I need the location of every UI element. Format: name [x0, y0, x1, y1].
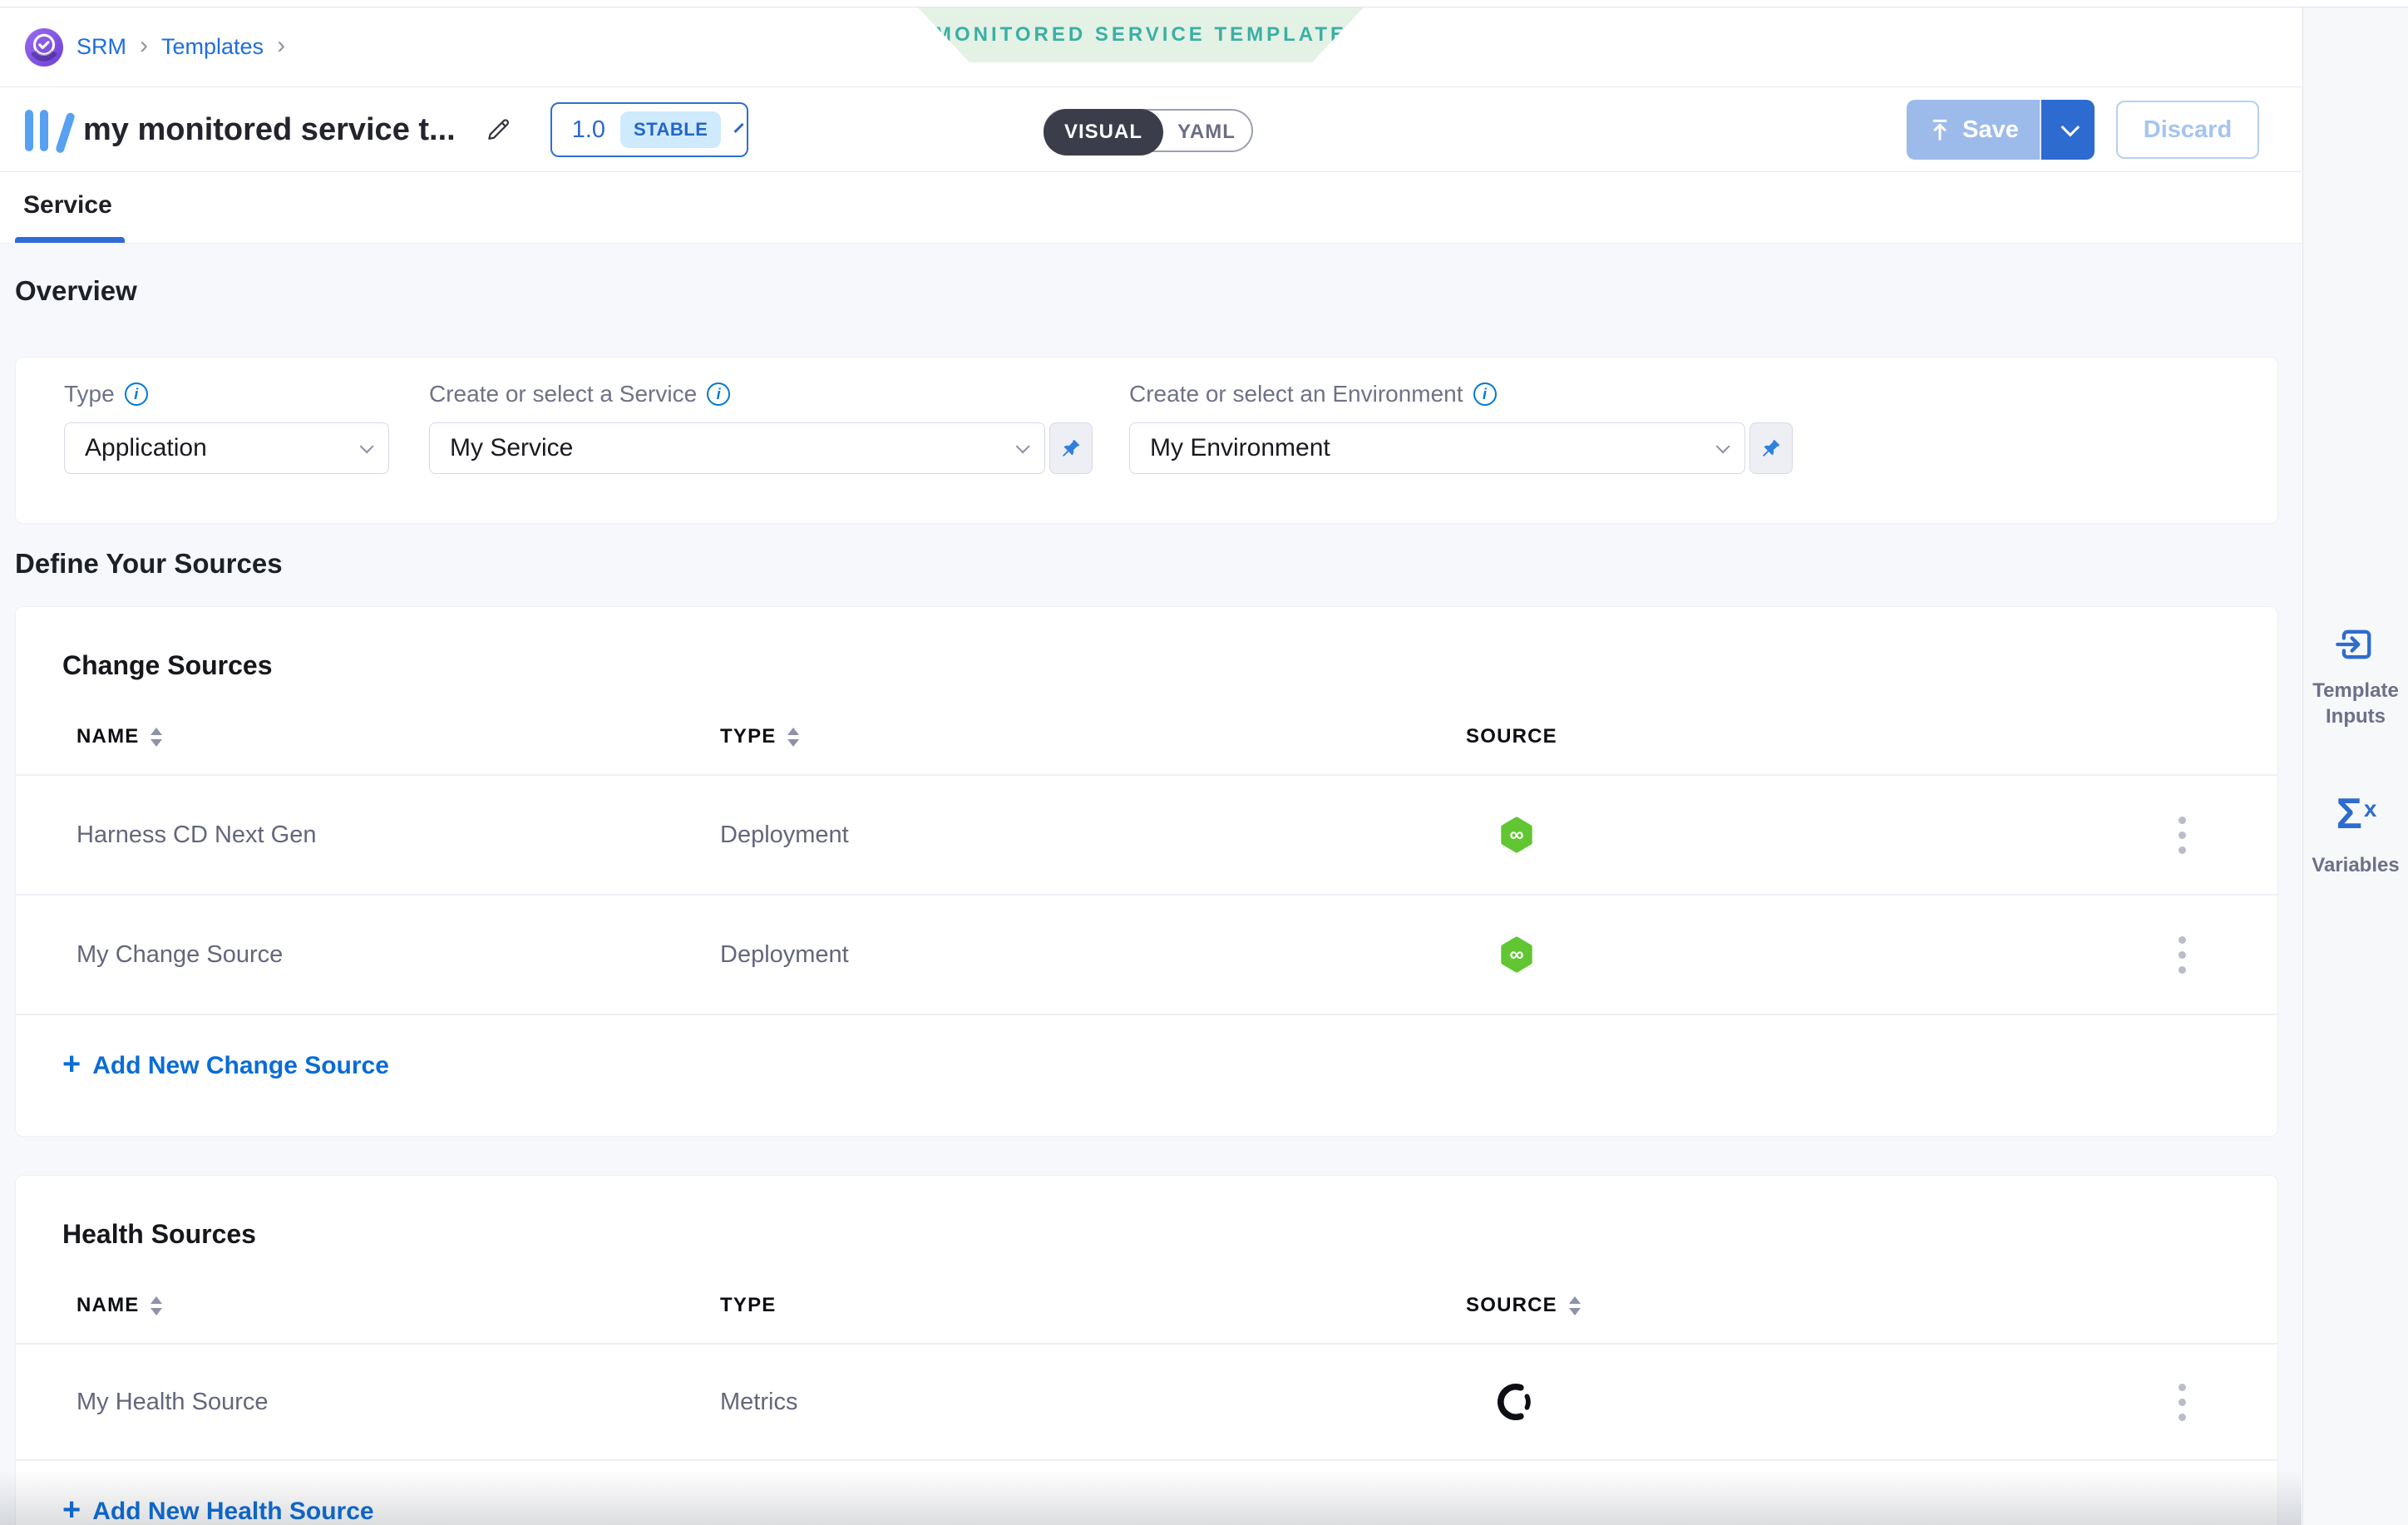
template-inputs-label: Template Inputs [2310, 678, 2401, 729]
variables-icon: Σx [2336, 787, 2376, 841]
sort-icon [1569, 1296, 1581, 1315]
appdynamics-icon [1498, 1383, 1536, 1421]
template-library-icon [25, 108, 63, 151]
info-icon[interactable]: i [1473, 382, 1497, 406]
save-button[interactable]: Save [1907, 100, 2040, 160]
main-content: Overview Type i Application [0, 244, 2302, 1525]
table-row[interactable]: My Change Source Deployment ∞ [16, 896, 2277, 1015]
health-sources-table-header: NAME TYPE SOURCE [16, 1281, 2277, 1330]
template-header: my monitored service t... 1.0 STABLE VIS… [0, 88, 2302, 172]
column-header-type[interactable]: TYPE [720, 725, 1466, 748]
harness-cd-icon: ∞ [1498, 935, 1536, 974]
template-inputs-icon [2334, 623, 2377, 666]
overview-card: Type i Application Create or select a Se… [15, 357, 2278, 524]
type-value: Application [85, 434, 207, 462]
save-options-caret[interactable] [2040, 100, 2095, 160]
sort-icon [787, 728, 799, 747]
environment-label: Create or select an Environment [1129, 381, 1463, 407]
service-value: My Service [450, 434, 573, 462]
breadcrumb-separator-icon: › [277, 32, 285, 60]
column-header-source[interactable]: SOURCE [1466, 1294, 2086, 1317]
template-inputs-button[interactable]: Template Inputs [2303, 623, 2408, 729]
info-icon[interactable]: i [707, 382, 730, 406]
svg-text:∞: ∞ [1509, 944, 1523, 966]
pin-icon [1760, 437, 1782, 459]
variables-button[interactable]: Σx Variables [2303, 787, 2408, 878]
discard-button[interactable]: Discard [2116, 101, 2259, 159]
breadcrumb-templates-link[interactable]: Templates [161, 34, 264, 60]
row-options-kebab-icon[interactable] [2170, 928, 2194, 982]
chevron-down-icon [734, 123, 744, 133]
tab-service[interactable]: Service [23, 191, 112, 220]
save-split-button: Save [1907, 100, 2095, 160]
variables-label: Variables [2310, 852, 2401, 878]
service-field: Create or select a Service i My Service [429, 381, 1093, 474]
change-sources-table-header: NAME TYPE SOURCE [16, 713, 2277, 761]
row-name: My Change Source [76, 941, 720, 969]
add-new-health-source-button[interactable]: + Add New Health Source [62, 1496, 374, 1525]
chevron-down-icon [1716, 439, 1730, 453]
environment-value: My Environment [1150, 434, 1330, 462]
active-tab-indicator [15, 237, 125, 243]
sort-icon [150, 728, 162, 747]
chevron-down-icon [2061, 118, 2080, 137]
type-select[interactable]: Application [64, 422, 389, 474]
health-sources-title: Health Sources [16, 1176, 2277, 1250]
define-sources-heading: Define Your Sources [15, 548, 283, 580]
save-label: Save [1962, 116, 2019, 144]
header-actions: Save Discard [1907, 100, 2259, 160]
info-icon[interactable]: i [125, 382, 148, 406]
breadcrumb-separator-icon: › [140, 32, 148, 60]
row-options-kebab-icon[interactable] [2170, 1375, 2194, 1429]
toggle-visual[interactable]: VISUAL [1044, 109, 1163, 155]
monitored-service-template-ribbon: MONITORED SERVICE TEMPLATE [918, 7, 1364, 62]
breadcrumb-srm-link[interactable]: SRM [76, 34, 126, 60]
tab-bar: Service [0, 173, 2302, 244]
visual-yaml-toggle: VISUAL YAML [1044, 109, 1253, 152]
add-new-change-source-button[interactable]: + Add New Change Source [62, 1050, 389, 1082]
srm-module-icon[interactable] [25, 28, 63, 67]
overview-heading: Overview [15, 275, 137, 307]
environment-field: Create or select an Environment i My Env… [1129, 381, 1793, 474]
pin-icon [1060, 437, 1082, 459]
health-sources-card: Health Sources NAME TYPE SOURCE My Healt… [15, 1175, 2278, 1525]
plus-icon: + [62, 1049, 81, 1080]
upload-icon [1927, 117, 1952, 142]
type-field: Type i Application [64, 381, 389, 474]
version-stable-badge: STABLE [620, 111, 721, 148]
column-header-name[interactable]: NAME [76, 1294, 720, 1317]
harness-cd-icon: ∞ [1498, 816, 1536, 854]
type-label: Type [64, 381, 115, 407]
service-select[interactable]: My Service [429, 422, 1045, 474]
plus-icon: + [62, 1494, 81, 1525]
toggle-yaml[interactable]: YAML [1162, 111, 1251, 154]
table-row[interactable]: My Health Source Metrics [16, 1345, 2277, 1461]
row-name: My Health Source [76, 1389, 720, 1416]
chevron-down-icon [360, 439, 374, 453]
row-name: Harness CD Next Gen [76, 822, 720, 849]
column-header-type[interactable]: TYPE [720, 1294, 1466, 1317]
table-row[interactable]: Harness CD Next Gen Deployment ∞ [16, 776, 2277, 896]
version-number: 1.0 [572, 116, 605, 144]
version-dropdown[interactable]: 1.0 STABLE [550, 102, 748, 157]
edit-title-pencil-icon[interactable] [484, 116, 512, 144]
row-type: Metrics [720, 1389, 1466, 1416]
row-options-kebab-icon[interactable] [2170, 808, 2194, 862]
service-label: Create or select a Service [429, 381, 697, 407]
change-sources-card: Change Sources NAME TYPE SOURCE Harness … [15, 606, 2278, 1137]
environment-select[interactable]: My Environment [1129, 422, 1745, 474]
row-type: Deployment [720, 941, 1466, 969]
template-studio-page: SRM › Templates › MONITORED SERVICE TEMP… [0, 0, 2408, 1525]
page-title: my monitored service t... [83, 112, 456, 148]
right-rail: Template Inputs Σx Variables [2302, 7, 2408, 1525]
sort-icon [150, 1296, 162, 1315]
service-pin-button[interactable] [1049, 422, 1093, 474]
column-header-name[interactable]: NAME [76, 725, 720, 748]
change-sources-title: Change Sources [16, 607, 2277, 681]
column-header-source[interactable]: SOURCE [1466, 725, 2086, 748]
chevron-down-icon [1016, 439, 1030, 453]
environment-pin-button[interactable] [1749, 422, 1793, 474]
row-type: Deployment [720, 822, 1466, 849]
svg-text:∞: ∞ [1509, 824, 1523, 846]
